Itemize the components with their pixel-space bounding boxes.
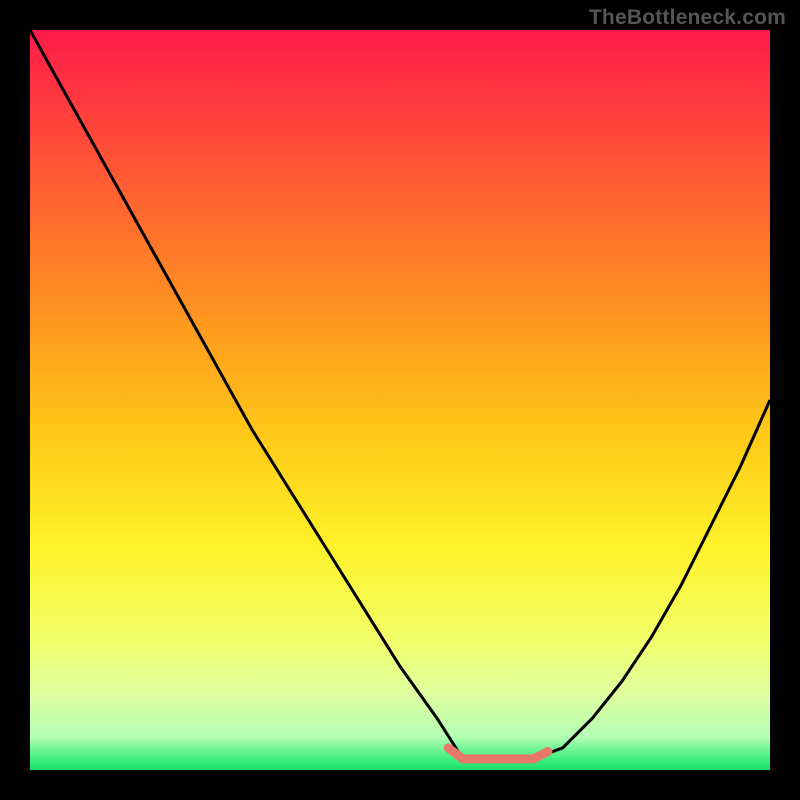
plot-area <box>30 30 770 770</box>
chart-stage: TheBottleneck.com <box>0 0 800 800</box>
chart-svg <box>30 30 770 770</box>
gradient-background <box>30 30 770 770</box>
watermark-text: TheBottleneck.com <box>589 6 786 30</box>
